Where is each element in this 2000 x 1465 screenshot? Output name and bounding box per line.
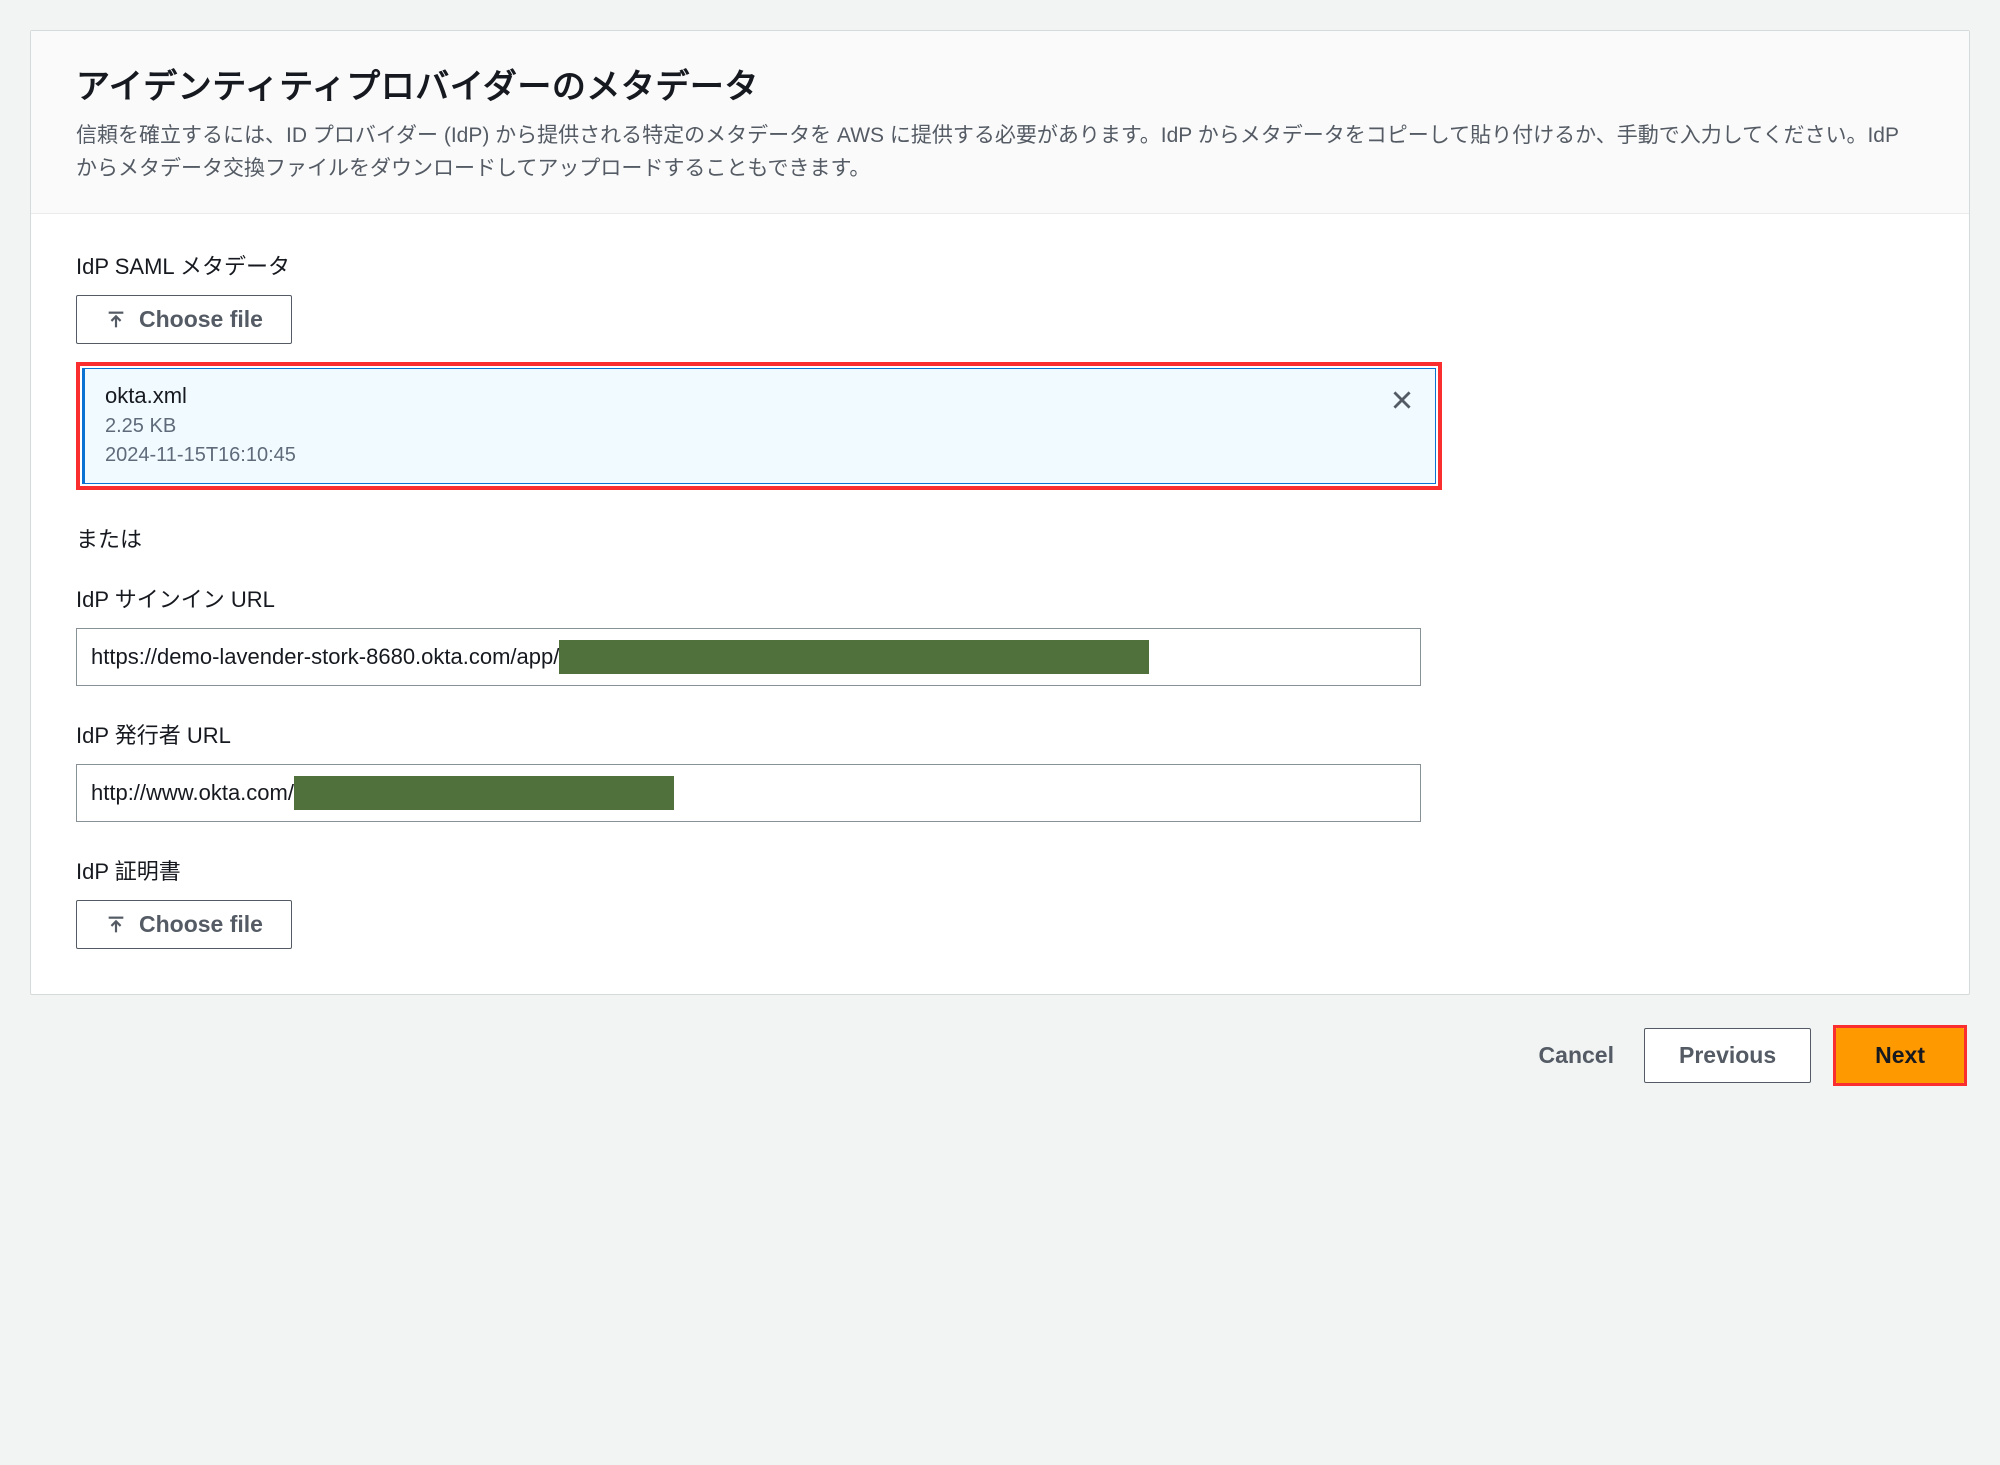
choose-certificate-label: Choose file (139, 911, 263, 938)
panel-header: アイデンティティプロバイダーのメタデータ 信頼を確立するには、ID プロバイダー… (31, 31, 1969, 214)
issuer-url-label: IdP 発行者 URL (76, 718, 1924, 750)
panel-body: IdP SAML メタデータ Choose file okta.xml 2.25… (31, 214, 1969, 994)
upload-icon (105, 309, 127, 331)
signin-url-input[interactable]: https://demo-lavender-stork-8680.okta.co… (76, 628, 1421, 686)
upload-icon (105, 914, 127, 936)
cancel-button[interactable]: Cancel (1531, 1029, 1622, 1082)
signin-url-value: https://demo-lavender-stork-8680.okta.co… (91, 644, 559, 670)
page-description: 信頼を確立するには、ID プロバイダー (IdP) から提供される特定のメタデー… (76, 120, 1924, 185)
or-separator: または (76, 522, 1924, 554)
previous-button[interactable]: Previous (1644, 1028, 1811, 1083)
remove-file-button[interactable] (1389, 383, 1415, 419)
uploaded-file-name: okta.xml (105, 383, 296, 409)
saml-metadata-label: IdP SAML メタデータ (76, 249, 1924, 281)
choose-file-button[interactable]: Choose file (76, 295, 292, 344)
uploaded-file-size: 2.25 KB (105, 415, 296, 438)
page-title: アイデンティティプロバイダーのメタデータ (76, 59, 1924, 108)
choose-certificate-button[interactable]: Choose file (76, 900, 292, 949)
uploaded-file-token: okta.xml 2.25 KB 2024-11-15T16:10:45 (82, 368, 1436, 484)
certificate-label: IdP 証明書 (76, 854, 1924, 886)
next-button-highlight: Next (1833, 1025, 1967, 1086)
issuer-url-field: IdP 発行者 URL http://www.okta.com/ (76, 718, 1924, 822)
certificate-field: IdP 証明書 Choose file (76, 854, 1924, 949)
signin-url-label: IdP サインイン URL (76, 582, 1924, 614)
redacted-block (294, 776, 674, 810)
saml-metadata-field: IdP SAML メタデータ Choose file okta.xml 2.25… (76, 249, 1924, 490)
idp-metadata-panel: アイデンティティプロバイダーのメタデータ 信頼を確立するには、ID プロバイダー… (30, 30, 1970, 995)
uploaded-file-highlight: okta.xml 2.25 KB 2024-11-15T16:10:45 (76, 362, 1442, 490)
next-button[interactable]: Next (1836, 1028, 1964, 1083)
issuer-url-value: http://www.okta.com/ (91, 780, 294, 806)
issuer-url-input[interactable]: http://www.okta.com/ (76, 764, 1421, 822)
redacted-block (559, 640, 1149, 674)
uploaded-file-info: okta.xml 2.25 KB 2024-11-15T16:10:45 (105, 383, 296, 467)
uploaded-file-timestamp: 2024-11-15T16:10:45 (105, 444, 296, 467)
choose-file-label: Choose file (139, 306, 263, 333)
signin-url-field: IdP サインイン URL https://demo-lavender-stor… (76, 582, 1924, 686)
wizard-footer: Cancel Previous Next (30, 1025, 1970, 1086)
